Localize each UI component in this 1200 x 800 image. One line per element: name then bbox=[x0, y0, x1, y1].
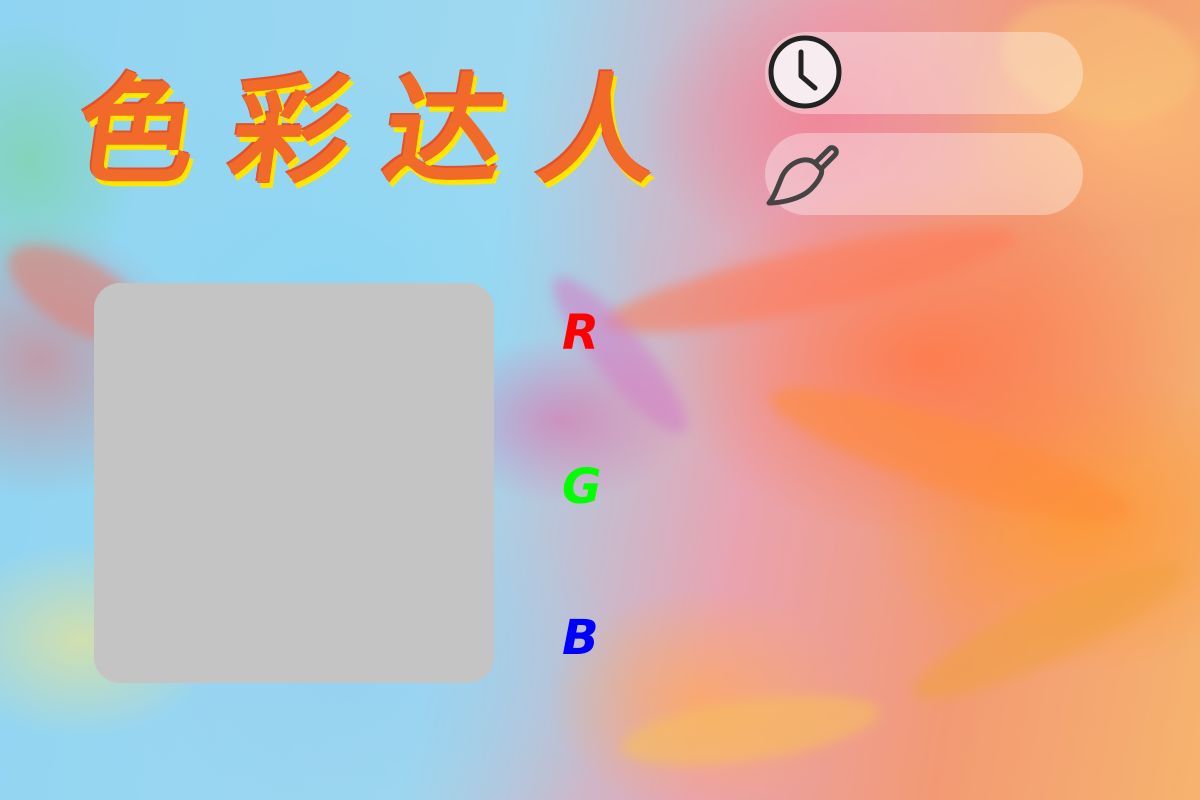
clock-icon bbox=[768, 35, 842, 109]
paintbrush-icon bbox=[766, 145, 839, 206]
brush-panel[interactable] bbox=[765, 133, 1083, 215]
timer-value bbox=[855, 32, 1063, 114]
timer-panel bbox=[765, 32, 1083, 114]
paint-streak bbox=[901, 539, 1199, 721]
channel-label-g: G bbox=[562, 459, 602, 515]
paint-streak bbox=[617, 682, 883, 778]
paint-streak bbox=[758, 362, 1142, 548]
paint-streak bbox=[598, 206, 1022, 354]
game-title: 色彩达人 bbox=[68, 62, 704, 200]
color-swatch bbox=[94, 283, 494, 683]
channel-label-b: B bbox=[562, 610, 599, 666]
channel-label-r: R bbox=[562, 305, 599, 361]
brush-value bbox=[855, 133, 1063, 215]
